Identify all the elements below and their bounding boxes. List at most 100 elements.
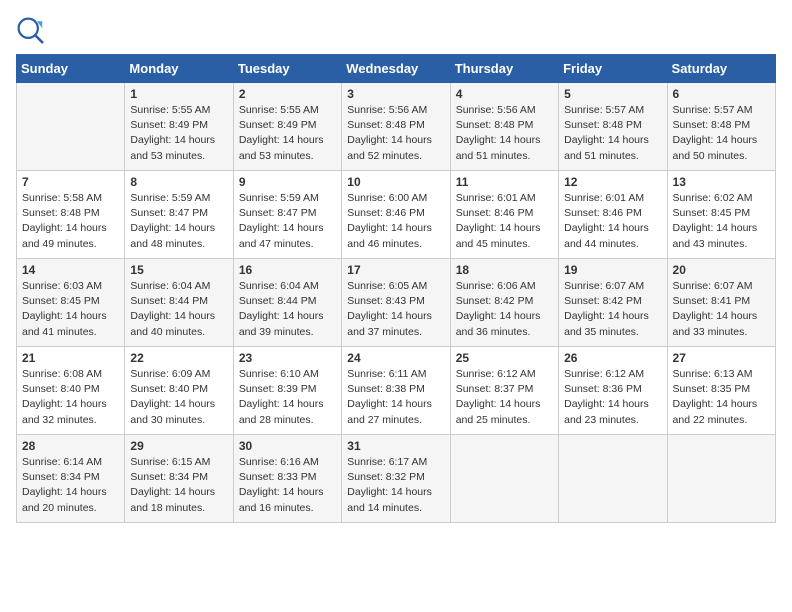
day-number: 25: [456, 351, 553, 365]
calendar-cell: 23 Sunrise: 6:10 AM Sunset: 8:39 PM Dayli…: [233, 347, 341, 435]
cell-content: Sunrise: 6:01 AM Sunset: 8:46 PM Dayligh…: [456, 191, 553, 252]
day-headers-row: SundayMondayTuesdayWednesdayThursdayFrid…: [17, 55, 776, 83]
calendar-cell: 9Sunrise: 5:59 AM Sunset: 8:47 PM Daylig…: [233, 171, 341, 259]
calendar-cell: 26 Sunrise: 6:12 AM Sunset: 8:36 PM Dayli…: [559, 347, 667, 435]
calendar-cell: 11 Sunrise: 6:01 AM Sunset: 8:46 PM Dayli…: [450, 171, 558, 259]
day-header-friday: Friday: [559, 55, 667, 83]
calendar-cell: 14 Sunrise: 6:03 AM Sunset: 8:45 PM Dayli…: [17, 259, 125, 347]
cell-content: Sunrise: 5:58 AM Sunset: 8:48 PM Dayligh…: [22, 191, 119, 252]
calendar-cell: 12 Sunrise: 6:01 AM Sunset: 8:46 PM Dayli…: [559, 171, 667, 259]
calendar-cell: 19 Sunrise: 6:07 AM Sunset: 8:42 PM Dayli…: [559, 259, 667, 347]
day-number: 5: [564, 87, 661, 101]
cell-content: Sunrise: 6:16 AM Sunset: 8:33 PM Dayligh…: [239, 455, 336, 516]
cell-content: Sunrise: 6:03 AM Sunset: 8:45 PM Dayligh…: [22, 279, 119, 340]
calendar-week-4: 21 Sunrise: 6:08 AM Sunset: 8:40 PM Dayli…: [17, 347, 776, 435]
cell-content: Sunrise: 6:04 AM Sunset: 8:44 PM Dayligh…: [130, 279, 227, 340]
calendar-cell: 31 Sunrise: 6:17 AM Sunset: 8:32 PM Dayli…: [342, 435, 450, 523]
cell-content: Sunrise: 5:56 AM Sunset: 8:48 PM Dayligh…: [347, 103, 444, 164]
calendar-cell: 6 Sunrise: 5:57 AM Sunset: 8:48 PM Daylig…: [667, 83, 775, 171]
calendar-week-5: 28Sunrise: 6:14 AM Sunset: 8:34 PM Dayli…: [17, 435, 776, 523]
calendar-cell: 17Sunrise: 6:05 AM Sunset: 8:43 PM Dayli…: [342, 259, 450, 347]
day-number: 23: [239, 351, 336, 365]
cell-content: Sunrise: 6:11 AM Sunset: 8:38 PM Dayligh…: [347, 367, 444, 428]
day-number: 11: [456, 175, 553, 189]
cell-content: Sunrise: 6:07 AM Sunset: 8:42 PM Dayligh…: [564, 279, 661, 340]
cell-content: Sunrise: 6:13 AM Sunset: 8:35 PM Dayligh…: [673, 367, 770, 428]
day-number: 18: [456, 263, 553, 277]
calendar-cell: 3 Sunrise: 5:56 AM Sunset: 8:48 PM Daylig…: [342, 83, 450, 171]
calendar-week-3: 14 Sunrise: 6:03 AM Sunset: 8:45 PM Dayli…: [17, 259, 776, 347]
day-number: 12: [564, 175, 661, 189]
cell-content: Sunrise: 6:04 AM Sunset: 8:44 PM Dayligh…: [239, 279, 336, 340]
day-number: 26: [564, 351, 661, 365]
day-number: 10: [347, 175, 444, 189]
day-number: 21: [22, 351, 119, 365]
day-header-thursday: Thursday: [450, 55, 558, 83]
day-number: 7: [22, 175, 119, 189]
day-number: 27: [673, 351, 770, 365]
logo-icon: [16, 16, 44, 44]
calendar-cell: [667, 435, 775, 523]
day-number: 19: [564, 263, 661, 277]
day-number: 15: [130, 263, 227, 277]
cell-content: Sunrise: 6:15 AM Sunset: 8:34 PM Dayligh…: [130, 455, 227, 516]
cell-content: Sunrise: 6:00 AM Sunset: 8:46 PM Dayligh…: [347, 191, 444, 252]
calendar-table: SundayMondayTuesdayWednesdayThursdayFrid…: [16, 54, 776, 523]
day-number: 14: [22, 263, 119, 277]
calendar-cell: 10 Sunrise: 6:00 AM Sunset: 8:46 PM Dayli…: [342, 171, 450, 259]
cell-content: Sunrise: 6:06 AM Sunset: 8:42 PM Dayligh…: [456, 279, 553, 340]
cell-content: Sunrise: 6:17 AM Sunset: 8:32 PM Dayligh…: [347, 455, 444, 516]
calendar-cell: 13 Sunrise: 6:02 AM Sunset: 8:45 PM Dayli…: [667, 171, 775, 259]
cell-content: Sunrise: 6:12 AM Sunset: 8:36 PM Dayligh…: [564, 367, 661, 428]
day-number: 4: [456, 87, 553, 101]
day-header-tuesday: Tuesday: [233, 55, 341, 83]
day-number: 20: [673, 263, 770, 277]
day-number: 24: [347, 351, 444, 365]
calendar-cell: 8 Sunrise: 5:59 AM Sunset: 8:47 PM Daylig…: [125, 171, 233, 259]
cell-content: Sunrise: 5:59 AM Sunset: 8:47 PM Dayligh…: [130, 191, 227, 252]
day-number: 22: [130, 351, 227, 365]
day-number: 13: [673, 175, 770, 189]
cell-content: Sunrise: 6:12 AM Sunset: 8:37 PM Dayligh…: [456, 367, 553, 428]
calendar-body: 1Sunrise: 5:55 AM Sunset: 8:49 PM Daylig…: [17, 83, 776, 523]
day-number: 31: [347, 439, 444, 453]
day-number: 3: [347, 87, 444, 101]
cell-content: Sunrise: 6:02 AM Sunset: 8:45 PM Dayligh…: [673, 191, 770, 252]
day-number: 6: [673, 87, 770, 101]
calendar-cell: 7 Sunrise: 5:58 AM Sunset: 8:48 PM Daylig…: [17, 171, 125, 259]
cell-content: Sunrise: 6:08 AM Sunset: 8:40 PM Dayligh…: [22, 367, 119, 428]
cell-content: Sunrise: 5:57 AM Sunset: 8:48 PM Dayligh…: [673, 103, 770, 164]
calendar-cell: 18 Sunrise: 6:06 AM Sunset: 8:42 PM Dayli…: [450, 259, 558, 347]
cell-content: Sunrise: 6:01 AM Sunset: 8:46 PM Dayligh…: [564, 191, 661, 252]
calendar-cell: [450, 435, 558, 523]
calendar-cell: 29 Sunrise: 6:15 AM Sunset: 8:34 PM Dayli…: [125, 435, 233, 523]
cell-content: Sunrise: 5:56 AM Sunset: 8:48 PM Dayligh…: [456, 103, 553, 164]
day-header-saturday: Saturday: [667, 55, 775, 83]
cell-content: Sunrise: 6:09 AM Sunset: 8:40 PM Dayligh…: [130, 367, 227, 428]
cell-content: Sunrise: 6:10 AM Sunset: 8:39 PM Dayligh…: [239, 367, 336, 428]
day-number: 9: [239, 175, 336, 189]
calendar-cell: 22 Sunrise: 6:09 AM Sunset: 8:40 PM Dayli…: [125, 347, 233, 435]
day-number: 16: [239, 263, 336, 277]
day-header-sunday: Sunday: [17, 55, 125, 83]
day-number: 8: [130, 175, 227, 189]
cell-content: Sunrise: 5:57 AM Sunset: 8:48 PM Dayligh…: [564, 103, 661, 164]
calendar-cell: 30 Sunrise: 6:16 AM Sunset: 8:33 PM Dayli…: [233, 435, 341, 523]
day-header-monday: Monday: [125, 55, 233, 83]
cell-content: Sunrise: 6:07 AM Sunset: 8:41 PM Dayligh…: [673, 279, 770, 340]
calendar-cell: 15 Sunrise: 6:04 AM Sunset: 8:44 PM Dayli…: [125, 259, 233, 347]
day-number: 30: [239, 439, 336, 453]
cell-content: Sunrise: 5:55 AM Sunset: 8:49 PM Dayligh…: [130, 103, 227, 164]
calendar-header: SundayMondayTuesdayWednesdayThursdayFrid…: [17, 55, 776, 83]
calendar-week-2: 7 Sunrise: 5:58 AM Sunset: 8:48 PM Daylig…: [17, 171, 776, 259]
page-header: [16, 16, 776, 44]
calendar-cell: 28Sunrise: 6:14 AM Sunset: 8:34 PM Dayli…: [17, 435, 125, 523]
day-number: 29: [130, 439, 227, 453]
calendar-cell: 16 Sunrise: 6:04 AM Sunset: 8:44 PM Dayli…: [233, 259, 341, 347]
calendar-cell: [559, 435, 667, 523]
cell-content: Sunrise: 6:14 AM Sunset: 8:34 PM Dayligh…: [22, 455, 119, 516]
cell-content: Sunrise: 5:55 AM Sunset: 8:49 PM Dayligh…: [239, 103, 336, 164]
logo: [16, 16, 48, 44]
day-header-wednesday: Wednesday: [342, 55, 450, 83]
calendar-cell: 24 Sunrise: 6:11 AM Sunset: 8:38 PM Dayli…: [342, 347, 450, 435]
